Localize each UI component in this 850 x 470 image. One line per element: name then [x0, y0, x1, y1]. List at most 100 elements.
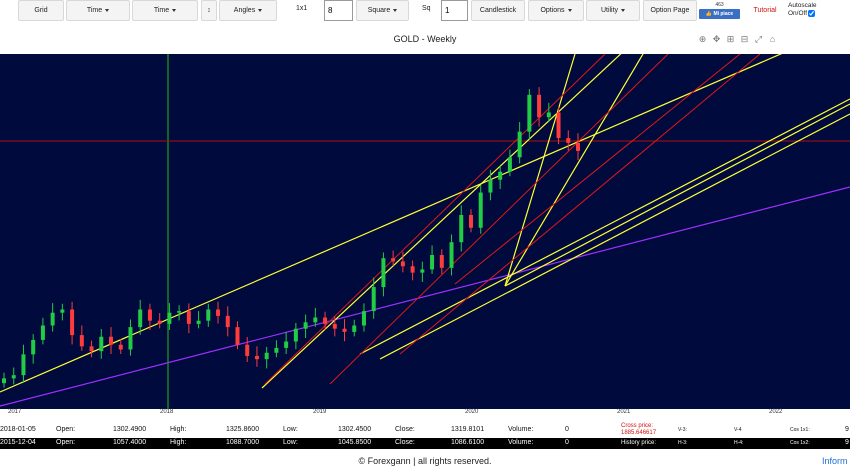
candle-body[interactable]: [274, 347, 279, 353]
caret-down-icon: [621, 9, 626, 12]
candle-body[interactable]: [527, 94, 532, 132]
high-value: 1325.8600: [226, 426, 260, 433]
candle-body[interactable]: [31, 339, 36, 355]
angles-dropdown[interactable]: Angles: [219, 0, 277, 21]
autoscale-toggle[interactable]: Autoscale On/Off: [788, 2, 817, 18]
candle-body[interactable]: [342, 328, 347, 332]
candle-body[interactable]: [79, 335, 84, 347]
zoom-icon[interactable]: ⊕: [697, 33, 708, 45]
info-link[interactable]: Inform: [822, 456, 848, 466]
like-label: Mi piace: [713, 11, 734, 17]
candlestick-button[interactable]: Candlestick: [471, 0, 525, 21]
candle-body[interactable]: [420, 269, 425, 273]
volume-value: 0: [565, 439, 569, 446]
candle-body[interactable]: [507, 157, 512, 172]
candle-body[interactable]: [118, 344, 123, 350]
candle-body[interactable]: [546, 112, 551, 118]
candle-body[interactable]: [439, 255, 444, 268]
footer: © Forexgann | all rights reserved. Infor…: [0, 452, 850, 470]
autoscale-icon[interactable]: ⤢: [753, 33, 764, 45]
candle-body[interactable]: [167, 312, 172, 324]
candle-body[interactable]: [478, 192, 483, 228]
caret-down-icon: [393, 9, 398, 12]
candle-body[interactable]: [400, 261, 405, 267]
candle-body[interactable]: [332, 323, 337, 329]
candle-body[interactable]: [459, 214, 464, 243]
candle-body[interactable]: [537, 94, 542, 118]
candle-body[interactable]: [449, 242, 454, 268]
candle-body[interactable]: [352, 325, 357, 332]
candle-body[interactable]: [60, 309, 65, 313]
candle-body[interactable]: [177, 311, 182, 313]
candle-body[interactable]: [216, 309, 221, 316]
candle-body[interactable]: [566, 138, 571, 143]
candle-body[interactable]: [284, 341, 289, 348]
pan-icon[interactable]: ✥: [711, 33, 722, 45]
candle-body[interactable]: [138, 309, 143, 328]
candle-body[interactable]: [225, 315, 230, 328]
candle-body[interactable]: [157, 320, 162, 324]
candle-body[interactable]: [2, 378, 6, 384]
candle-body[interactable]: [361, 311, 366, 326]
candle-body[interactable]: [430, 255, 435, 270]
candle-body[interactable]: [128, 327, 133, 350]
candle-body[interactable]: [468, 214, 473, 228]
close-value: 1086.6100: [451, 439, 485, 446]
candle-body[interactable]: [498, 171, 503, 180]
candle-body[interactable]: [40, 325, 45, 340]
option-page-button[interactable]: Option Page: [643, 0, 697, 21]
time-dropdown-1[interactable]: Time: [66, 0, 130, 21]
history-price-label: History price:: [621, 440, 657, 446]
candle-body[interactable]: [371, 287, 376, 312]
utility-dropdown[interactable]: Utility: [586, 0, 640, 21]
time-dropdown-2[interactable]: Time: [132, 0, 198, 21]
candle-body[interactable]: [381, 258, 386, 288]
candle-body[interactable]: [11, 375, 16, 379]
candle-body[interactable]: [410, 266, 415, 273]
candle-body[interactable]: [264, 352, 269, 360]
candle-body[interactable]: [99, 336, 104, 352]
open-label: Open:: [56, 426, 76, 433]
open-value: 1302.4900: [113, 426, 147, 433]
candle-body[interactable]: [517, 131, 522, 158]
reset-axes-icon[interactable]: ⌂: [767, 33, 778, 45]
red-channel-2: [329, 53, 669, 385]
autoscale-checkbox[interactable]: [808, 10, 816, 17]
candle-body[interactable]: [576, 142, 580, 151]
h3-label: H-3:: [678, 440, 688, 446]
candle-body[interactable]: [391, 258, 396, 262]
candle-body[interactable]: [70, 309, 75, 336]
grid-button[interactable]: Grid: [18, 0, 64, 21]
square-dropdown[interactable]: Square: [356, 0, 409, 21]
candle-body[interactable]: [488, 179, 493, 193]
candle-body[interactable]: [89, 346, 94, 352]
like-button[interactable]: 👍 Mi piace: [699, 9, 740, 19]
candle-body[interactable]: [50, 312, 55, 326]
candle-body[interactable]: [21, 354, 26, 376]
ratio-input[interactable]: [324, 0, 353, 21]
candle-body[interactable]: [109, 336, 114, 345]
chart-plot-area[interactable]: [0, 23, 850, 409]
candle-body[interactable]: [196, 320, 201, 324]
options-dropdown[interactable]: Options: [528, 0, 584, 21]
zoom-in-icon[interactable]: ⊞: [725, 33, 736, 45]
candle-body[interactable]: [235, 327, 240, 345]
sq-input[interactable]: [441, 0, 468, 21]
swap-arrows-button[interactable]: ↕: [201, 0, 217, 21]
candle-body[interactable]: [206, 309, 211, 321]
candle-body[interactable]: [293, 328, 298, 342]
zoom-out-icon[interactable]: ⊟: [739, 33, 750, 45]
candle-body[interactable]: [323, 317, 328, 324]
candle-body[interactable]: [556, 112, 561, 139]
candle-body[interactable]: [303, 322, 308, 329]
candle-body[interactable]: [313, 317, 318, 323]
tutorial-link[interactable]: Tutorial: [745, 0, 785, 21]
candle-body[interactable]: [254, 355, 259, 360]
candle-body[interactable]: [147, 309, 152, 321]
yellow-fan-5: [504, 53, 644, 287]
h4-label: H-4:: [734, 440, 744, 446]
candle-body[interactable]: [186, 311, 191, 324]
facebook-like-widget[interactable]: 463 👍 Mi piace: [699, 1, 740, 21]
candle-body[interactable]: [245, 344, 250, 356]
tutorial-label: Tutorial: [753, 7, 777, 14]
